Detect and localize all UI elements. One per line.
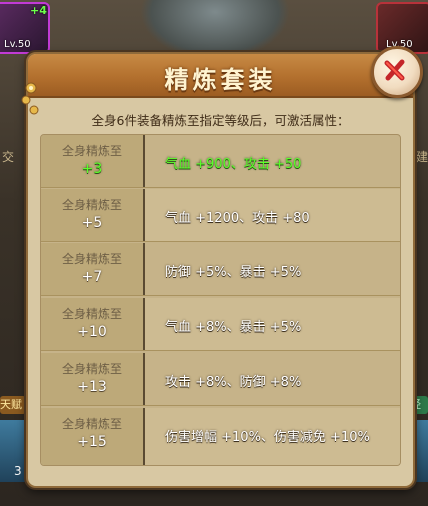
attribute-bonus: 攻击 +8%、防御 +8% xyxy=(165,375,302,390)
table-row: 全身精炼至 +15 伤害增幅 +10%、伤害减免 +10% xyxy=(41,408,400,465)
equipment-slot-left[interactable]: +4 Lv.50 xyxy=(0,2,50,54)
condition-level: +15 xyxy=(77,434,107,450)
dialog-title-bar: 精炼套装 xyxy=(28,54,413,98)
side-tab-right[interactable]: 建 xyxy=(416,148,428,165)
condition-label: 全身精炼至 xyxy=(61,198,122,212)
condition-label: 全身精炼至 xyxy=(61,417,122,431)
table-row: 全身精炼至 +3 气血 +900、攻击 +50 xyxy=(41,135,400,188)
side-tab-left[interactable]: 交 xyxy=(2,148,14,165)
attribute-bonus: 气血 +1200、攻击 +80 xyxy=(165,211,310,226)
table-row: 全身精炼至 +10 气血 +8%、暴击 +5% xyxy=(41,298,400,351)
table-row: 全身精炼至 +7 防御 +5%、暴击 +5% xyxy=(41,243,400,296)
talent-badge[interactable]: 天赋 xyxy=(0,396,26,414)
condition-label: 全身精炼至 xyxy=(61,252,122,266)
attribute-bonus: 气血 +900、攻击 +50 xyxy=(165,157,302,172)
attribute-bonus: 气血 +8%、暴击 +5% xyxy=(165,320,302,335)
slot-level: Lv.50 xyxy=(4,39,31,50)
dialog-title: 精炼套装 xyxy=(164,66,277,94)
dialog-subtitle: 全身6件装备精炼至指定等级后，可激活属性： xyxy=(91,113,350,128)
close-icon xyxy=(384,59,405,81)
condition-level: +7 xyxy=(81,269,103,285)
condition-label: 全身精炼至 xyxy=(61,362,122,376)
item-count: 3 xyxy=(14,464,22,478)
attribute-bonus: 伤害增幅 +10%、伤害减免 +10% xyxy=(165,430,370,445)
condition-label: 全身精炼至 xyxy=(61,307,122,321)
condition-level: +10 xyxy=(77,324,107,340)
condition-label: 全身精炼至 xyxy=(61,144,122,158)
hero-character xyxy=(140,0,290,60)
table-row: 全身精炼至 +13 攻击 +8%、防御 +8% xyxy=(41,353,400,406)
condition-level: +13 xyxy=(77,379,107,395)
condition-level: +5 xyxy=(81,215,103,231)
condition-level: +3 xyxy=(81,161,103,177)
close-button[interactable] xyxy=(371,46,423,98)
table-row: 全身精炼至 +5 气血 +1200、攻击 +80 xyxy=(41,189,400,242)
attribute-bonus: 防御 +5%、暴击 +5% xyxy=(165,265,302,280)
slot-plus: +4 xyxy=(30,4,47,17)
refine-set-table: 全身精炼至 +3 气血 +900、攻击 +50 全身精炼至 +5 气血 +120… xyxy=(40,134,401,466)
bottom-left-item[interactable]: 3 xyxy=(0,420,26,482)
refine-set-dialog: 精炼套装 全身6件装备精炼至指定等级后，可激活属性： 全身精炼至 +3 气血 +… xyxy=(21,46,423,488)
